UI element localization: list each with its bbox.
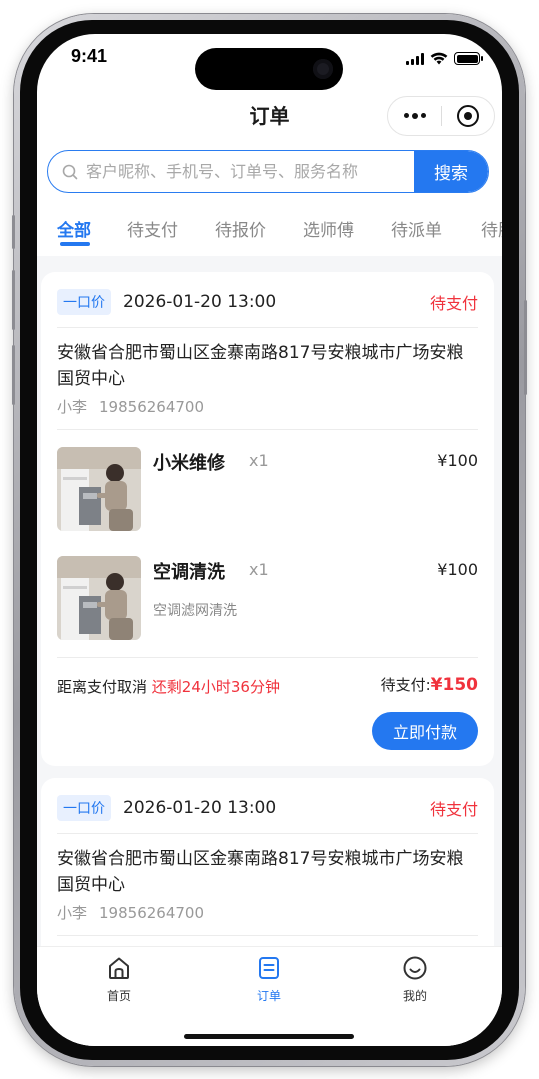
search-icon <box>62 164 78 179</box>
contact-name: 小李 <box>57 398 88 416</box>
tabbar-profile[interactable]: 我的 <box>375 955 455 1004</box>
service-price: ¥100 <box>437 451 478 470</box>
profile-icon <box>403 956 427 980</box>
total-label: 待支付: <box>380 676 431 694</box>
camera-icon <box>313 59 333 79</box>
order-address: 安徽省合肥市蜀山区金寨南路817号安粮城市广场安粮国贸中心 <box>57 849 464 895</box>
tab-all[interactable]: 全部 <box>57 216 91 241</box>
service-quantity: x1 <box>249 451 269 470</box>
service-price: ¥100 <box>437 560 478 579</box>
tab-pending-payment[interactable]: 待支付 <box>127 216 178 241</box>
order-item[interactable]: 小米维修 x1 ¥100 <box>57 447 478 531</box>
service-subtitle: 空调滤网清洗 <box>153 603 237 619</box>
service-name: 空调清洗 <box>153 562 225 583</box>
order-item[interactable]: 空调清洗 x1 ¥100 空调滤网清洗 <box>57 556 478 640</box>
tabbar-orders[interactable]: 订单 <box>229 955 309 1004</box>
order-status: 待支付 <box>429 294 478 313</box>
order-datetime: 2026-01-20 13:00 <box>123 292 277 312</box>
order-header: 一口价 2026-01-20 13:00 待支付 <box>57 794 478 822</box>
tab-select-technician[interactable]: 选师傅 <box>303 216 354 241</box>
divider <box>57 429 478 430</box>
tab-pending-quote[interactable]: 待报价 <box>215 216 266 241</box>
pay-now-button[interactable]: 立即付款 <box>372 712 478 750</box>
status-icons <box>406 52 483 65</box>
dynamic-island <box>195 48 343 90</box>
bottom-tab-bar: 首页 订单 我的 <box>37 946 502 1046</box>
service-thumbnail <box>57 447 141 531</box>
divider <box>57 935 478 936</box>
service-name: 小米维修 <box>153 453 225 474</box>
order-icon <box>259 957 279 979</box>
search-bar: 搜索 <box>47 150 489 193</box>
order-header: 一口价 2026-01-20 13:00 待支付 <box>57 288 478 316</box>
order-contact: 小李 19856264700 <box>57 902 204 923</box>
contact-name: 小李 <box>57 904 88 922</box>
cellular-signal-icon <box>406 52 424 65</box>
contact-phone: 19856264700 <box>99 904 204 922</box>
order-total: 待支付:¥150 <box>381 674 478 695</box>
home-indicator <box>184 1034 354 1039</box>
order-address: 安徽省合肥市蜀山区金寨南路817号安粮城市广场安粮国贸中心 <box>57 343 464 389</box>
status-bar: 9:41 <box>37 34 502 90</box>
divider <box>57 833 478 834</box>
home-icon <box>109 957 129 979</box>
status-time: 9:41 <box>71 46 108 66</box>
order-card[interactable]: 一口价 2026-01-20 13:00 待支付 安徽省合肥市蜀山区金寨南路81… <box>41 272 494 766</box>
search-field <box>48 151 414 192</box>
order-status-tabs: 全部 待支付 待报价 选师傅 待派单 待服务 <box>37 204 502 254</box>
payment-countdown: 距离支付取消 还剩24小时36分钟 <box>57 676 280 697</box>
divider <box>57 657 478 658</box>
total-amount: ¥150 <box>430 675 478 695</box>
wifi-icon <box>430 52 448 65</box>
tab-pending-dispatch[interactable]: 待派单 <box>391 216 442 241</box>
search-input[interactable] <box>86 162 396 181</box>
battery-icon <box>454 52 483 65</box>
active-tab-indicator <box>60 242 90 246</box>
countdown-label: 距离支付取消 <box>57 678 148 696</box>
side-button <box>12 270 15 330</box>
service-quantity: x1 <box>249 560 269 579</box>
screen: 9:41 订单 搜索 <box>37 34 502 1046</box>
more-icon[interactable] <box>388 113 441 119</box>
service-thumbnail <box>57 556 141 640</box>
order-datetime: 2026-01-20 13:00 <box>123 798 277 818</box>
side-button <box>12 345 15 405</box>
order-status: 待支付 <box>429 800 478 819</box>
countdown-value: 还剩24小时36分钟 <box>151 678 280 696</box>
tab-pending-service[interactable]: 待服务 <box>481 216 502 241</box>
tabbar-label: 我的 <box>402 989 427 1003</box>
mini-program-capsule <box>387 96 495 136</box>
tabbar-label: 订单 <box>256 989 281 1003</box>
order-card[interactable]: 一口价 2026-01-20 13:00 待支付 安徽省合肥市蜀山区金寨南路81… <box>41 778 494 946</box>
price-type-tag: 一口价 <box>57 795 111 821</box>
order-contact: 小李 19856264700 <box>57 396 204 417</box>
tabbar-home[interactable]: 首页 <box>79 955 159 1004</box>
side-button <box>524 300 527 395</box>
side-button <box>12 215 15 249</box>
target-icon <box>456 105 479 127</box>
search-button[interactable]: 搜索 <box>414 151 488 192</box>
close-mini-program-button[interactable] <box>442 105 494 127</box>
order-list: 一口价 2026-01-20 13:00 待支付 安徽省合肥市蜀山区金寨南路81… <box>37 256 502 946</box>
price-type-tag: 一口价 <box>57 289 111 315</box>
divider <box>57 327 478 328</box>
tabbar-label: 首页 <box>106 989 131 1003</box>
contact-phone: 19856264700 <box>99 398 204 416</box>
